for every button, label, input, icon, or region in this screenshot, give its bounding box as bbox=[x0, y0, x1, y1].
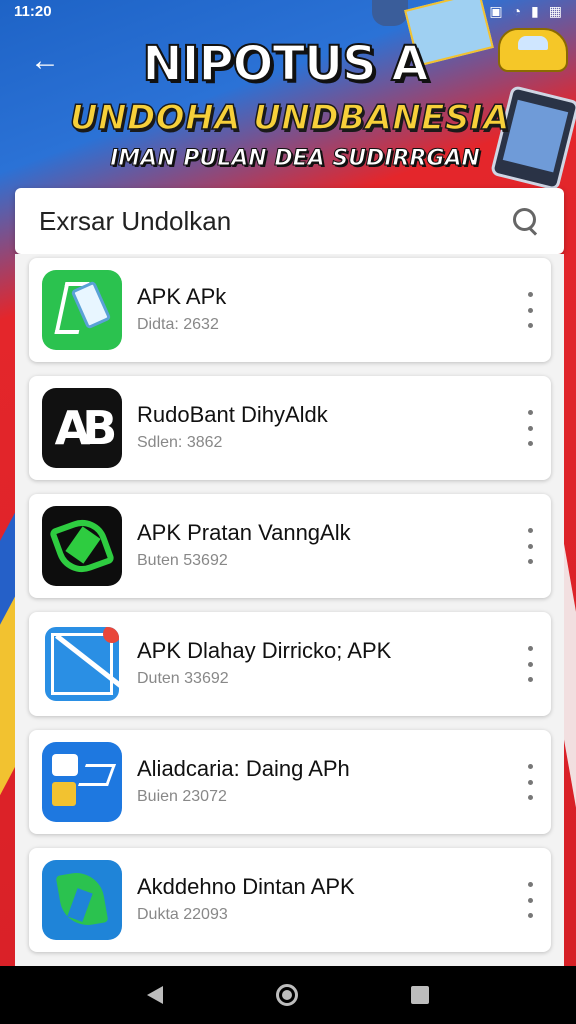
app-list-item[interactable]: APK Dlahay Dirricko; APK Duten 33692 bbox=[29, 612, 551, 716]
app-name: Aliadcaria: Daing APh bbox=[137, 756, 350, 781]
more-options-icon[interactable] bbox=[519, 408, 541, 448]
app-meta: Buien 23072 bbox=[137, 788, 227, 805]
search-bar bbox=[15, 188, 564, 254]
status-bar: 11:20 ▣ ◔ ▮ ▦ bbox=[0, 0, 576, 22]
app-meta: Duten 33692 bbox=[137, 670, 229, 687]
search-icon[interactable] bbox=[512, 207, 540, 235]
app-meta: Buten 53692 bbox=[137, 552, 228, 569]
nav-home-icon[interactable] bbox=[275, 984, 298, 1006]
notification-icon: ▦ bbox=[548, 2, 562, 19]
app-list: APK APk Didta: 2632 AB RudoBant DihyAldk… bbox=[15, 254, 564, 966]
blue-tools-icon bbox=[42, 742, 122, 822]
banner-tagline: IMAN PULAN DEA SUDIRRGAN bbox=[110, 146, 481, 172]
blue-leaf-icon bbox=[42, 860, 122, 940]
app-list-item[interactable]: AB RudoBant DihyAldk Sdlen: 3862 bbox=[29, 376, 551, 480]
app-meta: Sdlen: 3862 bbox=[137, 434, 223, 451]
app-list-item[interactable]: Akddehno Dintan APK Dukta 22093 bbox=[29, 848, 551, 952]
blue-map-icon bbox=[42, 624, 122, 704]
status-icons: ▣ ◔ ▮ ▦ bbox=[489, 3, 562, 20]
ab-logo-icon: AB bbox=[42, 388, 122, 468]
app-name: RudoBant DihyAldk bbox=[137, 402, 328, 427]
more-options-icon[interactable] bbox=[519, 526, 541, 566]
app-list-item[interactable]: APK Pratan VanngAlk Buten 53692 bbox=[29, 494, 551, 598]
banner-title: NIPOTUS A bbox=[141, 35, 429, 93]
navigation-bar bbox=[0, 966, 576, 1024]
more-options-icon[interactable] bbox=[519, 880, 541, 920]
decor-car-icon bbox=[498, 28, 568, 72]
green-leaf-icon bbox=[42, 506, 122, 586]
app-name: Akddehno Dintan APK bbox=[137, 874, 355, 899]
more-options-icon[interactable] bbox=[519, 644, 541, 684]
back-button[interactable]: ← bbox=[28, 44, 62, 78]
app-meta: Dukta 22093 bbox=[137, 906, 228, 923]
green-phone-icon bbox=[42, 270, 122, 350]
app-list-item[interactable]: Aliadcaria: Daing APh Buien 23072 bbox=[29, 730, 551, 834]
more-options-icon[interactable] bbox=[519, 290, 541, 330]
app-name: APK Dlahay Dirricko; APK bbox=[137, 638, 392, 663]
wifi-icon: ◔ bbox=[512, 3, 522, 19]
app-name: APK APk bbox=[137, 284, 227, 309]
banner-subtitle: UNDOHA UNDBANESIA bbox=[69, 97, 510, 139]
app-list-item[interactable]: APK APk Didta: 2632 bbox=[29, 258, 551, 362]
battery-icon: ▮ bbox=[531, 2, 539, 19]
more-options-icon[interactable] bbox=[519, 762, 541, 802]
image-icon: ▣ bbox=[489, 2, 503, 19]
nav-recents-icon[interactable] bbox=[411, 986, 430, 1004]
arrow-left-icon: ← bbox=[30, 44, 60, 77]
nav-back-icon[interactable] bbox=[146, 986, 163, 1004]
search-input[interactable] bbox=[39, 205, 512, 237]
status-time: 11:20 bbox=[14, 2, 52, 20]
app-meta: Didta: 2632 bbox=[137, 316, 219, 333]
app-name: APK Pratan VanngAlk bbox=[137, 520, 351, 545]
